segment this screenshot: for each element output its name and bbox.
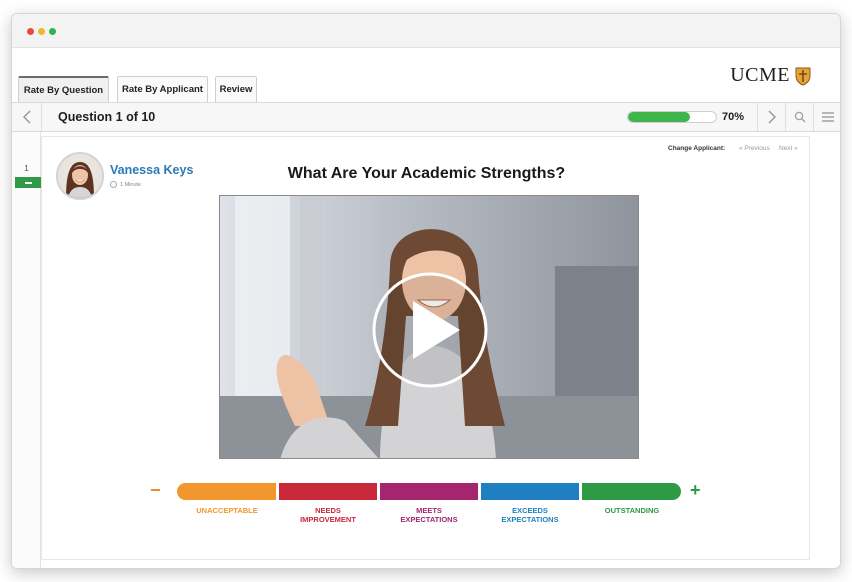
logo-text: UCME [730, 64, 790, 86]
rating-exceeds-expectations-bar[interactable] [481, 483, 579, 500]
rating-needs-improvement-bar[interactable] [279, 483, 377, 500]
rail-status-badge[interactable] [15, 177, 41, 188]
search-icon [794, 111, 805, 123]
rating-needs-improvement-label[interactable]: NEEDS IMPROVEMENT [278, 506, 378, 524]
tab-rate-by-applicant[interactable]: Rate By Applicant [117, 76, 208, 102]
video-player[interactable] [219, 195, 639, 459]
rating-unacceptable-bar[interactable] [177, 483, 276, 500]
rating-meets-expectations-bar[interactable] [380, 483, 478, 500]
previous-applicant-link[interactable]: « Previous [739, 145, 770, 152]
next-question-button[interactable] [757, 103, 785, 131]
video-frame [220, 196, 638, 458]
browser-window: Rate By Question Rate By Applicant Revie… [11, 13, 841, 569]
next-applicant-link[interactable]: Next » [779, 145, 798, 152]
progress-bar [627, 111, 717, 123]
menu-button[interactable] [813, 103, 840, 131]
tab-review[interactable]: Review [215, 76, 257, 102]
question-rail: 1 [12, 132, 41, 568]
decrease-rating-button[interactable]: − [150, 481, 161, 499]
progress-label: 70% [722, 111, 745, 123]
change-applicant-label: Change Applicant: [668, 145, 726, 152]
hamburger-menu-icon [822, 112, 834, 122]
minimize-window-button[interactable] [38, 28, 45, 35]
increase-rating-button[interactable]: + [690, 481, 701, 499]
ucme-logo: UCME [730, 64, 812, 87]
minus-icon [24, 181, 32, 184]
rating-meets-expectations-label[interactable]: MEETS EXPECTATIONS [379, 506, 479, 524]
chevron-right-icon [767, 110, 776, 124]
question-heading: What Are Your Academic Strengths? [287, 165, 566, 182]
rating-unacceptable-label[interactable]: UNACCEPTABLE [177, 506, 277, 515]
search-button[interactable] [785, 103, 813, 131]
progress-bar-fill [628, 112, 690, 122]
main-content: Vanessa Keys 1 Minute Change Applicant: … [41, 136, 810, 560]
question-counter: Question 1 of 10 [58, 110, 156, 124]
title-bar [12, 14, 840, 48]
rail-question-number[interactable]: 1 [12, 164, 41, 173]
rating-outstanding-label[interactable]: OUTSTANDING [582, 506, 682, 515]
close-window-button[interactable] [27, 28, 34, 35]
chevron-left-icon [22, 110, 31, 124]
tab-rate-by-question[interactable]: Rate By Question [18, 76, 109, 102]
rating-scale: − + UNACCEPTABLE NEEDS IMPROVEMENT MEETS… [42, 481, 811, 541]
previous-question-button[interactable] [12, 103, 42, 131]
maximize-window-button[interactable] [49, 28, 56, 35]
rating-exceeds-expectations-label[interactable]: EXCEEDS EXPECTATIONS [480, 506, 580, 524]
rating-outstanding-bar[interactable] [582, 483, 681, 500]
crest-icon [795, 67, 811, 86]
question-navbar: Question 1 of 10 70% [12, 102, 840, 132]
